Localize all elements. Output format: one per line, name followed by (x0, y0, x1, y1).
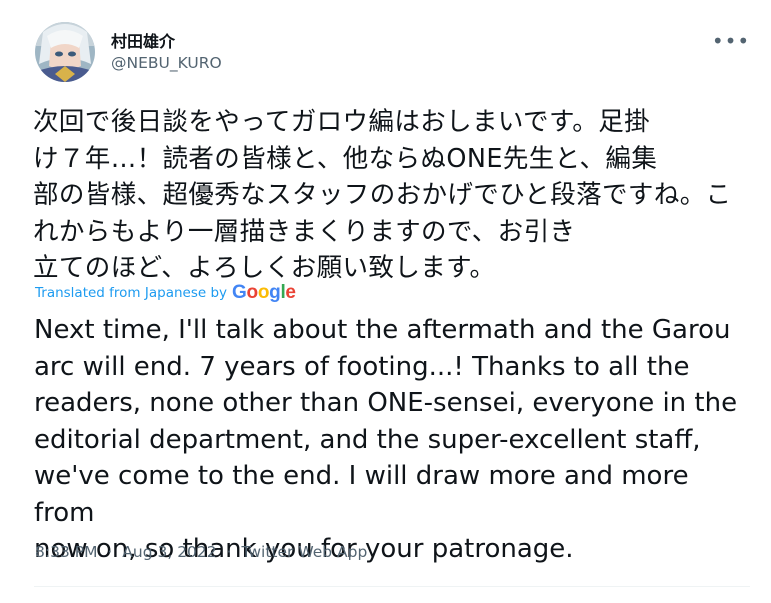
translation-attribution[interactable]: Translated from Japanese by Google (35, 283, 296, 302)
tweet-card: 村田雄介 @NEBU_KURO ••• 次回で後日談をやってガロウ編はおしまいで… (0, 0, 771, 603)
translated-label: Translated from Japanese by (35, 284, 228, 301)
tweet-source[interactable]: Twitter Web App (241, 543, 367, 561)
tweet-metadata: 8:33 PM · Aug 3, 2022 · Twitter Web App (35, 543, 367, 561)
divider (34, 586, 750, 587)
avatar[interactable] (35, 22, 95, 82)
meta-separator: · (107, 543, 113, 561)
tweet-original-text: 次回で後日談をやってガロウ編はおしまいです。足掛 け７年…！読者の皆様と、他なら… (33, 107, 732, 283)
ellipsis-icon: ••• (711, 29, 751, 53)
tweet-translated-text: Next time, I'll talk about the aftermath… (34, 315, 738, 564)
tweet-time[interactable]: 8:33 PM (35, 543, 97, 561)
more-options-button[interactable]: ••• (712, 26, 750, 56)
display-name[interactable]: 村田雄介 (111, 28, 175, 52)
user-handle[interactable]: @NEBU_KURO (111, 54, 222, 72)
google-logo: Google (232, 282, 296, 303)
meta-separator: · (226, 543, 232, 561)
tweet-date[interactable]: Aug 3, 2022 (122, 543, 216, 561)
